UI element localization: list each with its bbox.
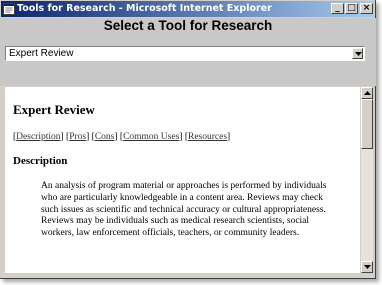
page-title: Select a Tool for Research <box>103 18 273 33</box>
minimize-button[interactable]: _ <box>331 3 344 14</box>
link-description[interactable]: Description <box>16 132 60 142</box>
dropdown-arrow-icon <box>355 52 362 56</box>
minimize-icon: _ <box>335 3 340 13</box>
close-button[interactable]: × <box>360 3 373 14</box>
browser-window: Tools for Research - Microsoft Internet … <box>0 0 376 279</box>
close-icon: × <box>362 3 371 13</box>
scroll-down-arrow-icon <box>364 265 371 269</box>
maximize-icon: □ <box>347 3 356 13</box>
tool-selector-header: Select a Tool for Research Expert Review <box>0 18 376 86</box>
vertical-scrollbar[interactable] <box>361 87 373 273</box>
scroll-thumb[interactable] <box>361 99 373 149</box>
section-heading: Description <box>13 155 68 167</box>
content-pane: Expert Review [Description] [Pros] [Cons… <box>5 87 360 273</box>
link-pros[interactable]: Pros <box>69 132 86 142</box>
content-heading: Expert Review <box>13 102 95 117</box>
link-resources[interactable]: Resources <box>188 132 227 142</box>
link-common-uses[interactable]: Common Uses <box>123 132 179 142</box>
section-links: [Description] [Pros] [Cons] [Common Uses… <box>13 132 231 142</box>
dropdown-button[interactable] <box>352 48 363 59</box>
scroll-up-button[interactable] <box>361 87 373 99</box>
tool-select-value: Expert Review <box>9 48 74 59</box>
description-paragraph: An analysis of program material or appro… <box>41 181 327 239</box>
link-cons[interactable]: Cons <box>95 132 115 142</box>
tool-select-dropdown[interactable]: Expert Review <box>5 46 365 61</box>
scroll-up-arrow-icon <box>364 91 371 95</box>
ie-window-icon <box>3 3 15 15</box>
scroll-down-button[interactable] <box>361 261 373 273</box>
window-title: Tools for Research - Microsoft Internet … <box>17 3 272 14</box>
title-bar[interactable]: Tools for Research - Microsoft Internet … <box>1 1 374 17</box>
maximize-button[interactable]: □ <box>345 3 358 14</box>
